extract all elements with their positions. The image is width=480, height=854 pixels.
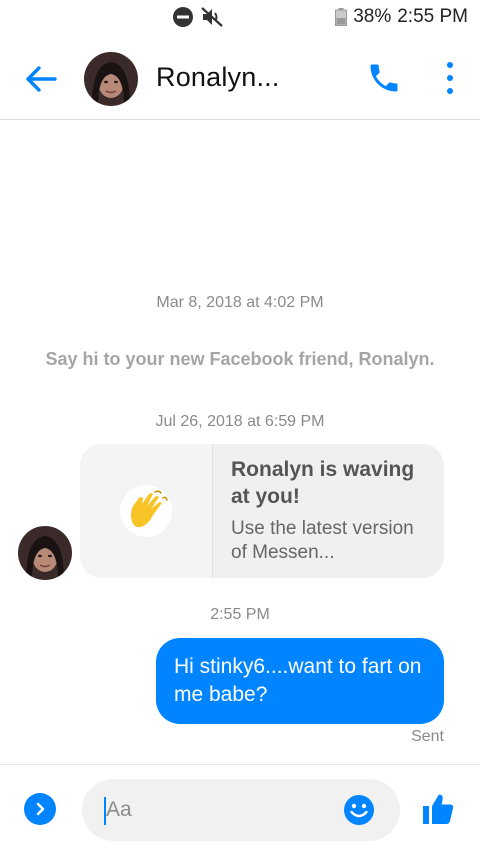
- battery-icon: [335, 8, 348, 26]
- voice-call-button[interactable]: [366, 60, 402, 96]
- phone-icon: [370, 64, 398, 92]
- sent-status: Sent: [411, 728, 444, 745]
- clock: 2:55 PM: [397, 6, 468, 27]
- conversation-header: Ronalyn...: [0, 38, 480, 120]
- back-button[interactable]: [22, 60, 60, 98]
- more-vertical-icon: [447, 62, 453, 68]
- contact-avatar[interactable]: [84, 52, 138, 106]
- expand-actions-button[interactable]: [24, 793, 56, 825]
- emoji-icon: [344, 795, 374, 825]
- like-button[interactable]: [420, 791, 456, 827]
- thumbs-up-icon: [423, 794, 454, 824]
- waving-hand-icon: [120, 485, 172, 537]
- more-dot: [447, 75, 453, 81]
- more-dot: [447, 88, 453, 94]
- status-bar: 38% 2:55 PM: [0, 0, 480, 38]
- wave-thumbnail: [80, 444, 213, 578]
- timestamp: 2:55 PM: [210, 606, 270, 623]
- sender-avatar[interactable]: [18, 526, 72, 580]
- message-input[interactable]: [106, 779, 346, 841]
- timestamp: Jul 26, 2018 at 6:59 PM: [155, 413, 325, 430]
- message-composer: [0, 764, 480, 854]
- avatar-photo: [84, 52, 138, 106]
- wave-title: Ronalyn is waving at you!: [231, 458, 415, 508]
- emoji-button[interactable]: [342, 793, 376, 827]
- status-icons-left: [172, 6, 224, 28]
- wave-card[interactable]: Ronalyn is waving at you! Use the latest…: [80, 444, 444, 578]
- system-message: Say hi to your new Facebook friend, Rona…: [45, 349, 435, 369]
- mute-icon: [201, 7, 223, 27]
- do-not-disturb-icon: [173, 7, 193, 27]
- outgoing-message-bubble[interactable]: Hi stinky6....want to fart on me babe?: [156, 638, 444, 724]
- wave-text: Ronalyn is waving at you! Use the latest…: [213, 444, 444, 578]
- back-arrow-icon: [26, 66, 57, 92]
- wave-subtitle: Use the latest version of Messen...: [231, 518, 414, 563]
- more-options-button[interactable]: [436, 58, 464, 98]
- status-icons-right: 38% 2:55 PM: [335, 6, 468, 28]
- contact-name[interactable]: Ronalyn...: [156, 62, 280, 93]
- avatar-photo: [18, 526, 72, 580]
- message-input-container[interactable]: [82, 779, 400, 841]
- expand-chevron-icon: [36, 802, 45, 816]
- timestamp: Mar 8, 2018 at 4:02 PM: [156, 294, 324, 311]
- battery-percent: 38%: [353, 6, 392, 27]
